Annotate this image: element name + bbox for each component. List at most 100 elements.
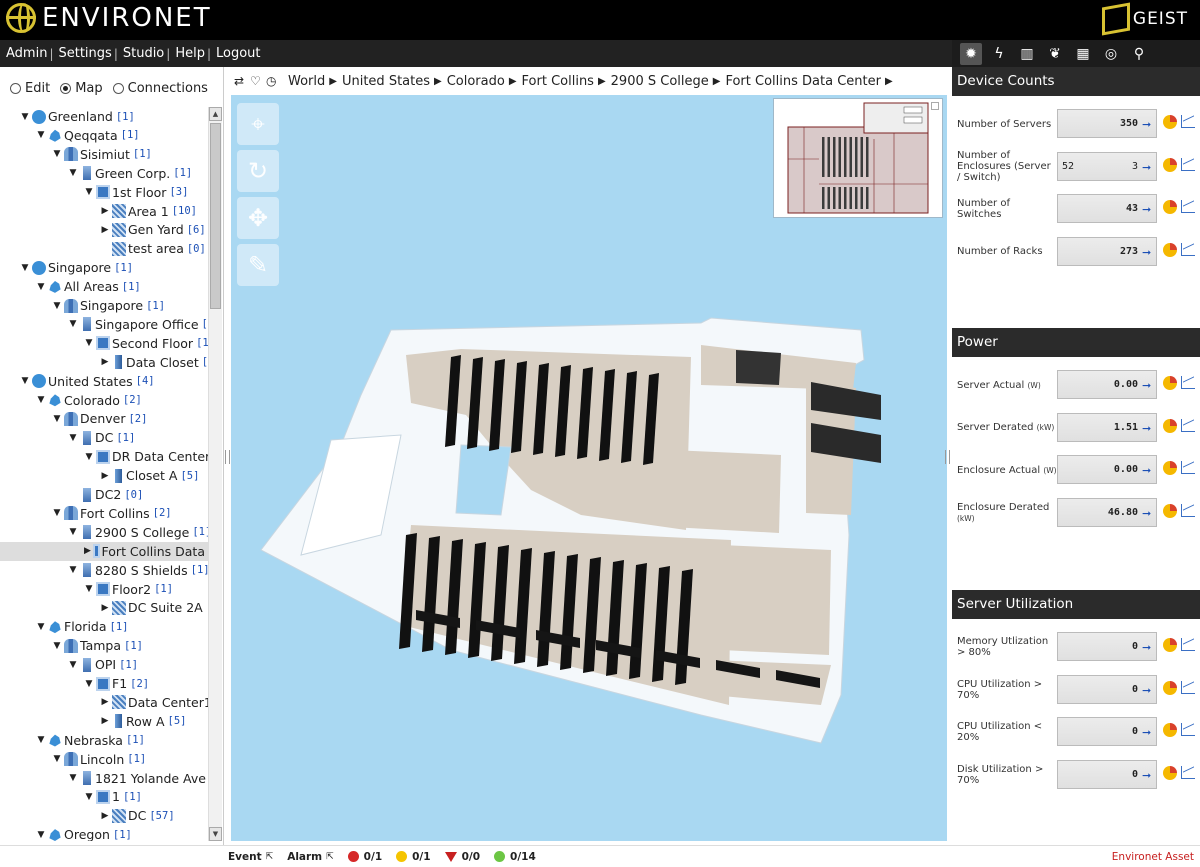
expand-icon[interactable]: ▶ xyxy=(100,697,110,707)
mode-map[interactable]: Map xyxy=(60,81,103,96)
rotate-icon[interactable]: ↻ xyxy=(237,150,279,192)
collapse-icon[interactable]: ▼ xyxy=(52,754,62,764)
mode-edit[interactable]: Edit xyxy=(10,81,50,96)
menu-logout[interactable]: Logout xyxy=(216,46,261,61)
mode-connections[interactable]: Connections xyxy=(112,81,208,96)
expand-icon[interactable]: ▶ xyxy=(100,357,110,367)
breadcrumb-item[interactable]: Fort Collins Data Center xyxy=(725,74,880,89)
tree-node[interactable]: ▼ Greenland [1] xyxy=(20,107,135,126)
collapse-icon[interactable]: ▼ xyxy=(52,149,62,159)
collapse-icon[interactable]: ▼ xyxy=(84,338,94,348)
tree-node[interactable]: ▼ Green Corp. [1] xyxy=(68,164,193,183)
collapse-icon[interactable]: ▼ xyxy=(36,282,46,292)
line-chart-icon[interactable] xyxy=(1181,200,1195,213)
collapse-icon[interactable]: ▼ xyxy=(36,830,46,840)
pie-chart-icon[interactable] xyxy=(1163,765,1177,780)
plant-icon[interactable]: ❦ xyxy=(1044,43,1066,65)
collapse-icon[interactable]: ▼ xyxy=(52,508,62,518)
history-icon[interactable]: ◷ xyxy=(266,74,280,88)
tree-node[interactable]: ▼ 2900 S College[1] xyxy=(68,523,208,542)
tree-node[interactable]: ▼ Singapore [1] xyxy=(20,258,134,277)
collapse-icon[interactable]: ▼ xyxy=(84,584,94,594)
line-chart-icon[interactable] xyxy=(1181,503,1195,517)
expand-icon[interactable]: ▶ xyxy=(100,225,110,235)
collapse-icon[interactable]: ▼ xyxy=(36,735,46,745)
tree-node[interactable]: ▶ DC Suite 2A xyxy=(100,598,206,617)
tree-node[interactable]: ▶ Data Closet[ xyxy=(100,353,208,372)
line-chart-icon[interactable] xyxy=(1181,418,1195,432)
expand-icon[interactable]: ▶ xyxy=(100,471,110,481)
scroll-thumb[interactable] xyxy=(210,123,221,309)
tree-node[interactable]: ▼ Oregon [1] xyxy=(36,825,132,841)
tree-node[interactable]: ▼ Floor2 [1] xyxy=(84,580,174,599)
collapse-icon[interactable]: ▼ xyxy=(68,527,78,537)
favorite-icon[interactable]: ♡ xyxy=(250,74,264,88)
collapse-icon[interactable]: ▼ xyxy=(84,679,94,689)
breadcrumb-item[interactable]: United States xyxy=(342,74,430,89)
search-icon[interactable]: ⚲ xyxy=(1128,43,1150,65)
breadcrumb-item[interactable]: Fort Collins xyxy=(522,74,594,89)
drilldown-arrow-icon[interactable]: ➞ xyxy=(1142,118,1151,131)
minimap-close-button[interactable] xyxy=(931,102,939,110)
drilldown-arrow-icon[interactable]: ➞ xyxy=(1142,246,1151,259)
minimap[interactable] xyxy=(773,98,943,218)
breadcrumb-item[interactable]: World xyxy=(288,74,325,89)
pie-chart-icon[interactable] xyxy=(1163,242,1177,257)
line-chart-icon[interactable] xyxy=(1181,461,1195,474)
pie-chart-icon[interactable] xyxy=(1163,723,1177,737)
pie-chart-icon[interactable] xyxy=(1163,200,1177,214)
cabinet-icon[interactable]: ▥ xyxy=(1016,43,1038,65)
pie-chart-icon[interactable] xyxy=(1163,638,1177,652)
collapse-icon[interactable]: ▼ xyxy=(84,792,94,802)
collapse-icon[interactable]: ▼ xyxy=(36,622,46,632)
pie-chart-icon[interactable] xyxy=(1163,157,1177,172)
tree-node[interactable]: ▼ Nebraska [1] xyxy=(36,731,145,750)
collapse-icon[interactable]: ▼ xyxy=(68,660,78,670)
collapse-icon[interactable]: ▼ xyxy=(68,565,78,575)
tree-node[interactable]: ▼ DC [1] xyxy=(68,428,136,447)
collapse-icon[interactable]: ▼ xyxy=(36,130,46,140)
expand-icon[interactable]: ▶ xyxy=(100,811,110,821)
alarm-link[interactable]: Alarm ⇱ xyxy=(287,851,333,863)
right-splitter-handle[interactable] xyxy=(945,450,950,464)
refresh-icon[interactable]: ⇄ xyxy=(234,74,248,88)
drilldown-arrow-icon[interactable]: ➞ xyxy=(1142,161,1151,174)
down-count[interactable]: 0/0 xyxy=(444,851,480,863)
tree-node[interactable]: ▼ Fort Collins [2] xyxy=(52,504,172,523)
drilldown-arrow-icon[interactable]: ➞ xyxy=(1142,464,1151,477)
bolt-icon[interactable]: ϟ xyxy=(988,43,1010,65)
tree-node[interactable]: ▼ OPI [1] xyxy=(68,655,139,674)
tree-node[interactable]: ▼ Denver [2] xyxy=(52,409,148,428)
menu-settings[interactable]: Settings xyxy=(58,46,111,61)
drilldown-arrow-icon[interactable]: ➞ xyxy=(1142,769,1151,782)
tree-node[interactable]: ▼ 1821 Yolande Ave xyxy=(68,769,208,788)
gear-icon[interactable]: ✹ xyxy=(960,42,982,65)
tree-node[interactable]: ▶ Row A [5] xyxy=(100,712,187,731)
radio-connections[interactable] xyxy=(112,83,124,94)
critical-count[interactable]: 0/1 xyxy=(347,851,382,863)
move-icon[interactable]: ✥ xyxy=(237,197,279,239)
menu-admin[interactable]: Admin xyxy=(6,46,47,61)
pie-chart-icon[interactable] xyxy=(1163,376,1177,390)
tree-node[interactable]: ▼ DR Data Center xyxy=(84,447,208,466)
expand-icon[interactable]: ▶ xyxy=(100,716,110,726)
scroll-up-button[interactable]: ▲ xyxy=(209,107,222,121)
line-chart-icon[interactable] xyxy=(1181,765,1195,779)
environet-logo[interactable]: ENVIRONET xyxy=(6,3,212,33)
tree-node[interactable]: ▶ Data Center1 xyxy=(100,693,208,712)
tree-node[interactable]: ▼ 1 [1] xyxy=(84,787,142,806)
line-chart-icon[interactable] xyxy=(1181,376,1195,389)
left-splitter-handle[interactable] xyxy=(225,450,230,464)
event-link[interactable]: Event ⇱ xyxy=(228,851,273,863)
breadcrumb-item[interactable]: 2900 S College xyxy=(611,74,709,89)
paint-icon[interactable]: ✎ xyxy=(237,244,279,286)
expand-icon[interactable]: ▶ xyxy=(100,206,110,216)
radio-edit[interactable] xyxy=(10,83,21,94)
tree-node[interactable]: ▶ Fort Collins Data xyxy=(0,541,208,561)
drilldown-arrow-icon[interactable]: ➞ xyxy=(1142,203,1151,216)
collapse-icon[interactable]: ▼ xyxy=(52,641,62,651)
tree-node[interactable]: ▶ Area 1 [10] xyxy=(100,202,197,221)
tree-node[interactable]: DC2 [0] xyxy=(68,485,143,504)
pie-chart-icon[interactable] xyxy=(1163,418,1177,433)
collapse-icon[interactable]: ▼ xyxy=(20,376,30,386)
